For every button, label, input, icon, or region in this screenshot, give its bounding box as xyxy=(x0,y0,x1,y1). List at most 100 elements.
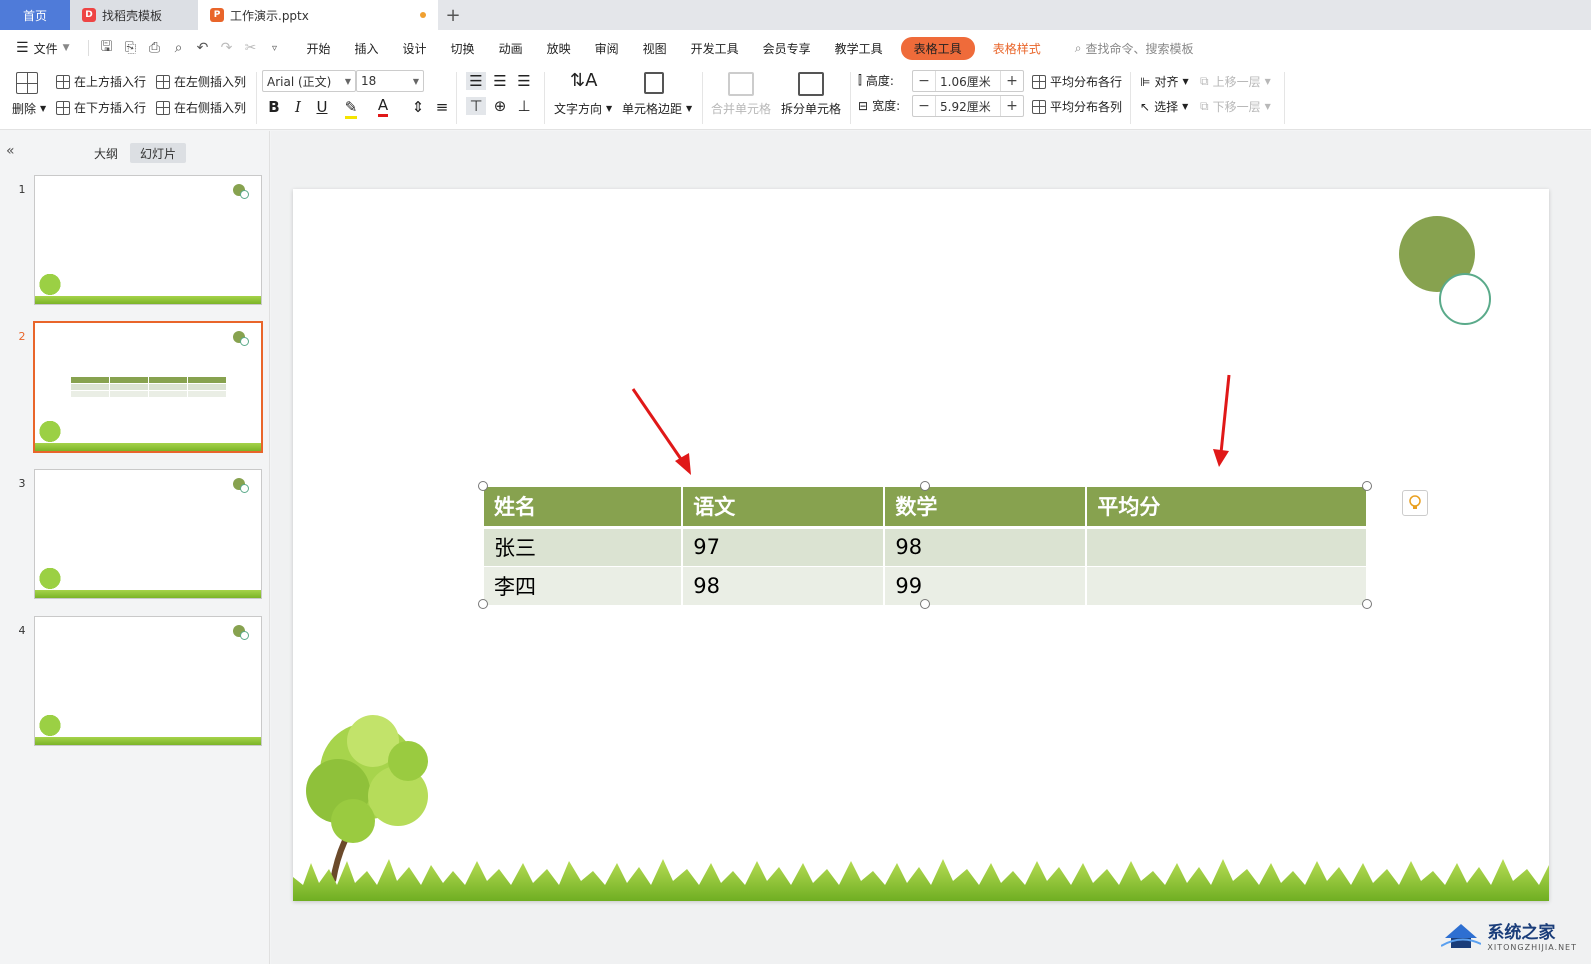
table-cell[interactable] xyxy=(1086,527,1368,567)
menu-item-transition[interactable]: 切换 xyxy=(439,40,487,57)
bring-forward-button[interactable]: ⧉ 上移一层 ▼ xyxy=(1200,73,1271,90)
chevron-down-icon: ▼ xyxy=(1264,77,1271,86)
merge-cells-button[interactable]: 合并单元格 xyxy=(711,100,771,117)
select-button[interactable]: ↖ 选择 ▼ xyxy=(1140,98,1188,115)
align-bottom-icon[interactable]: ⊥ xyxy=(514,97,534,115)
menu-item-design[interactable]: 设计 xyxy=(391,40,439,57)
font-name-select[interactable]: Arial (正文) ▼ xyxy=(262,70,356,92)
print-preview-icon[interactable]: ⌕ xyxy=(167,40,191,56)
command-search[interactable]: ⌕ 查找命令、搜索模板 xyxy=(1063,40,1206,57)
col-width-value[interactable]: 5.92厘米 xyxy=(935,96,1001,116)
underline-button[interactable]: U xyxy=(312,98,332,116)
menu-item-table-style[interactable]: 表格样式 xyxy=(981,40,1053,57)
table-cell[interactable]: 98 xyxy=(884,527,1088,567)
menu-item-home[interactable]: 开始 xyxy=(295,40,343,57)
menu-item-insert[interactable]: 插入 xyxy=(343,40,391,57)
align-right-icon[interactable]: ☰ xyxy=(514,72,534,90)
font-size-select[interactable]: 18 ▼ xyxy=(356,70,424,92)
slide-thumbnail-4[interactable] xyxy=(34,616,262,746)
menu-item-animation[interactable]: 动画 xyxy=(487,40,535,57)
align-middle-icon[interactable]: ⊕ xyxy=(490,97,510,115)
align-top-icon[interactable]: ⊤ xyxy=(466,97,486,115)
align-objects-button[interactable]: ⊫ 对齐 ▼ xyxy=(1140,73,1189,90)
print-icon[interactable]: ⎙ xyxy=(143,40,167,56)
menu-item-teaching[interactable]: 教学工具 xyxy=(823,40,895,57)
insert-col-right-button[interactable]: 在右侧插入列 xyxy=(156,99,246,116)
row-height-value[interactable]: 1.06厘米 xyxy=(935,71,1001,91)
distribute-cols-button[interactable]: 平均分布各列 xyxy=(1032,98,1122,115)
resize-handle-top-left[interactable] xyxy=(478,481,488,491)
collapse-panel-icon[interactable]: « xyxy=(6,143,15,159)
resize-handle-bottom-left[interactable] xyxy=(478,599,488,609)
tab-slides[interactable]: 幻灯片 xyxy=(130,143,187,163)
table-cell[interactable] xyxy=(1086,566,1368,606)
bold-button[interactable]: B xyxy=(264,98,284,116)
line-spacing-icon[interactable]: ⇕ xyxy=(408,98,428,116)
table-header-cell[interactable]: 数学 xyxy=(884,487,1088,529)
slide-editor-canvas[interactable]: 姓名 语文 数学 平均分 张三 97 98 李四 98 99 系统之家 XITO… xyxy=(271,131,1591,964)
align-center-icon[interactable]: ☰ xyxy=(490,72,510,90)
save-icon[interactable]: 🖫 xyxy=(95,36,119,60)
menu-item-review[interactable]: 审阅 xyxy=(583,40,631,57)
table-header-cell[interactable]: 语文 xyxy=(682,487,886,529)
row-height-increase[interactable]: + xyxy=(1001,73,1023,89)
tab-outline[interactable]: 大纲 xyxy=(84,143,128,163)
italic-button[interactable]: I xyxy=(288,98,308,116)
table-cell[interactable]: 张三 xyxy=(484,527,684,567)
font-color-button[interactable]: A xyxy=(370,96,396,117)
tab-document[interactable]: P 工作演示.pptx xyxy=(198,0,438,30)
table-header-cell[interactable]: 平均分 xyxy=(1086,487,1368,529)
redo-icon[interactable]: ↷ xyxy=(215,40,239,56)
new-tab-button[interactable]: + xyxy=(438,0,468,30)
export-pdf-icon[interactable]: ⎘ xyxy=(119,40,143,56)
current-slide[interactable]: 姓名 语文 数学 平均分 张三 97 98 李四 98 99 xyxy=(293,189,1549,901)
slide-thumbnail-2[interactable] xyxy=(33,321,263,453)
col-width-label-group: ⊟ 宽度: xyxy=(858,97,900,114)
col-width-decrease[interactable]: − xyxy=(913,98,935,114)
align-left-icon[interactable]: ☰ xyxy=(466,72,486,90)
insert-col-left-button[interactable]: 在左侧插入列 xyxy=(156,73,246,90)
file-menu[interactable]: ☰ 文件 ▼ xyxy=(12,40,82,57)
score-table[interactable]: 姓名 语文 数学 平均分 张三 97 98 李四 98 99 xyxy=(484,487,1368,606)
distribute-rows-icon xyxy=(1032,74,1046,89)
distribute-rows-button[interactable]: 平均分布各行 xyxy=(1032,73,1122,90)
format-painter-icon[interactable]: ✂ xyxy=(239,40,263,56)
smart-suggestion-button[interactable] xyxy=(1402,490,1428,516)
table-cell[interactable]: 李四 xyxy=(484,566,684,606)
row-height-stepper[interactable]: − 1.06厘米 + xyxy=(912,70,1024,92)
resize-handle-bottom-right[interactable] xyxy=(1362,599,1372,609)
table-cell[interactable]: 97 xyxy=(682,527,886,567)
menu-item-member[interactable]: 会员专享 xyxy=(751,40,823,57)
more-icon[interactable]: ▿ xyxy=(263,43,287,54)
split-cells-button[interactable]: 拆分单元格 xyxy=(781,100,841,117)
table-header-cell[interactable]: 姓名 xyxy=(484,487,684,529)
col-width-increase[interactable]: + xyxy=(1001,98,1023,114)
resize-handle-top-right[interactable] xyxy=(1362,481,1372,491)
send-backward-button[interactable]: ⧉ 下移一层 ▼ xyxy=(1200,98,1271,115)
row-height-decrease[interactable]: − xyxy=(913,73,935,89)
cell-margin-label: 单元格边距 xyxy=(622,102,683,116)
resize-handle-top[interactable] xyxy=(920,481,930,491)
insert-row-below-button[interactable]: 在下方插入行 xyxy=(56,99,146,116)
table-cell[interactable]: 98 xyxy=(682,566,886,606)
resize-handle-bottom[interactable] xyxy=(920,599,930,609)
menu-item-table-tools[interactable]: 表格工具 xyxy=(900,36,975,60)
delete-button[interactable]: 删除 ▼ xyxy=(12,100,46,117)
distribute-cols-icon xyxy=(1032,99,1046,114)
paragraph-spacing-icon[interactable]: ≡ xyxy=(432,98,452,116)
slide-thumbnail-3[interactable] xyxy=(34,469,262,599)
tab-template[interactable]: D 找稻壳模板 xyxy=(70,0,198,30)
slide-thumbnail-1[interactable] xyxy=(34,175,262,305)
text-direction-button[interactable]: 文字方向 ▼ xyxy=(554,100,612,117)
cell-margin-button[interactable]: 单元格边距 ▼ xyxy=(622,100,692,117)
menu-item-slideshow[interactable]: 放映 xyxy=(535,40,583,57)
menu-item-developer[interactable]: 开发工具 xyxy=(679,40,751,57)
delete-table-icon[interactable] xyxy=(16,72,38,94)
undo-icon[interactable]: ↶ xyxy=(191,40,215,56)
menu-item-view[interactable]: 视图 xyxy=(631,40,679,57)
insert-row-above-button[interactable]: 在上方插入行 xyxy=(56,73,146,90)
highlight-button[interactable]: ✎ xyxy=(338,98,364,119)
table-cell[interactable]: 99 xyxy=(884,566,1088,606)
tab-home[interactable]: 首页 xyxy=(0,0,70,30)
col-width-stepper[interactable]: − 5.92厘米 + xyxy=(912,95,1024,117)
